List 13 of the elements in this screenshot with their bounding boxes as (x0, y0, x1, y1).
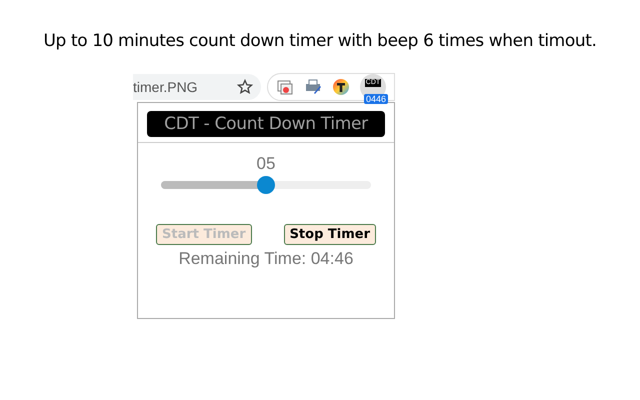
printer-icon[interactable] (304, 78, 322, 96)
minutes-value: 05 (256, 154, 276, 174)
stop-button[interactable]: Stop Timer (284, 224, 376, 245)
star-icon[interactable] (237, 79, 253, 95)
remaining-time: Remaining Time: 04:46 (178, 249, 354, 269)
slider-thumb[interactable] (257, 176, 275, 194)
rainbow-circle-icon[interactable] (332, 78, 350, 96)
badge: 0446 (364, 94, 388, 104)
caption: Up to 10 minutes count down timer with beep 6 times when timout. (44, 31, 596, 51)
window-icon[interactable] (276, 78, 294, 96)
popup-title: CDT - Count Down Timer (147, 111, 385, 137)
address-text: timer.PNG (133, 79, 198, 95)
address-bar[interactable]: timer.PNG (133, 74, 261, 100)
